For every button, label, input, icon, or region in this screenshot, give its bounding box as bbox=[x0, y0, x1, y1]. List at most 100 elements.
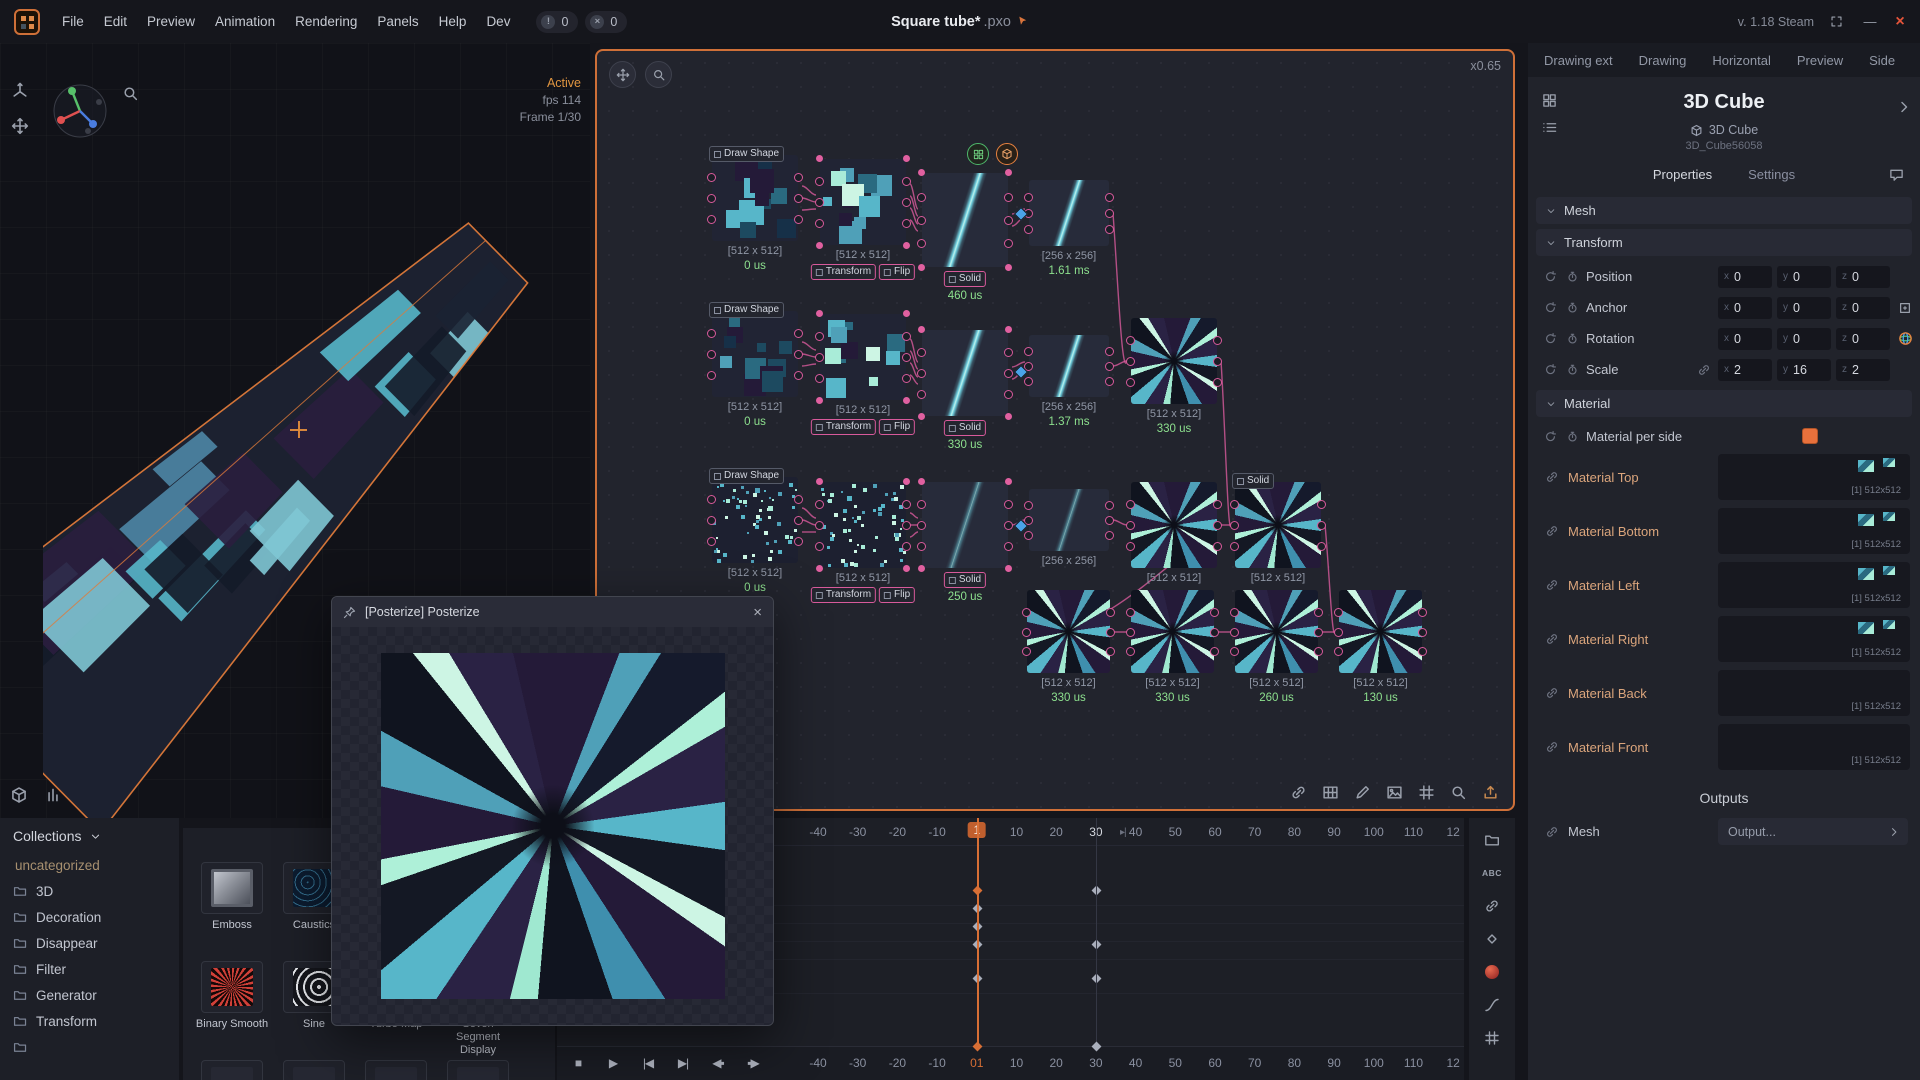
input-port[interactable] bbox=[707, 173, 716, 182]
collection-item-partial[interactable] bbox=[0, 1034, 179, 1059]
input-port[interactable] bbox=[1024, 193, 1033, 202]
section-material[interactable]: Material bbox=[1536, 390, 1912, 417]
input-port[interactable] bbox=[815, 198, 824, 207]
output-port[interactable] bbox=[1106, 647, 1115, 656]
output-port[interactable] bbox=[1105, 209, 1114, 218]
text-abc-icon[interactable]: ABC bbox=[1482, 864, 1502, 882]
collection-item-filter[interactable]: Filter bbox=[0, 956, 179, 982]
input-port[interactable] bbox=[917, 542, 926, 551]
tab-settings[interactable]: Settings bbox=[1748, 167, 1795, 182]
material-thumbnail[interactable]: [1] 512x512 bbox=[1718, 454, 1910, 500]
timeline-tick[interactable]: 40 bbox=[1129, 1056, 1142, 1070]
output-port[interactable] bbox=[1106, 628, 1115, 637]
preset-tile-blank-8[interactable] bbox=[191, 1060, 273, 1080]
output-port[interactable] bbox=[1004, 239, 1013, 248]
keyframe-icon[interactable] bbox=[1564, 430, 1580, 443]
material-thumbnail[interactable]: [1] 512x512 bbox=[1718, 562, 1910, 608]
output-port[interactable] bbox=[794, 215, 803, 224]
timeline-tick[interactable]: 110 bbox=[1404, 1056, 1423, 1070]
graph-node-1[interactable]: [512 x 512]TransformFlip bbox=[820, 159, 906, 245]
graph-node-9[interactable]: Draw Shape[512 x 512]0 us bbox=[712, 477, 798, 563]
output-port[interactable] bbox=[1418, 647, 1427, 656]
material-thumbnail[interactable]: [1] 512x512 bbox=[1718, 670, 1910, 716]
input-port[interactable] bbox=[1126, 500, 1135, 509]
preview-toggle[interactable] bbox=[967, 143, 989, 165]
input-port[interactable] bbox=[1334, 647, 1343, 656]
input-port[interactable] bbox=[1230, 628, 1239, 637]
input-port[interactable] bbox=[1022, 628, 1031, 637]
graph-node-3[interactable]: [256 x 256]1.61 ms bbox=[1029, 180, 1109, 246]
menu-panels[interactable]: Panels bbox=[367, 8, 428, 35]
selection-handle[interactable] bbox=[918, 264, 925, 271]
warning-badge[interactable]: !0 bbox=[536, 11, 578, 33]
position-y-field[interactable]: y0 bbox=[1777, 266, 1831, 288]
input-port[interactable] bbox=[815, 219, 824, 228]
material-thumbnail[interactable]: [1] 512x512 bbox=[1718, 616, 1910, 662]
move-tool-icon[interactable] bbox=[11, 117, 29, 135]
input-port[interactable] bbox=[1230, 521, 1239, 530]
selection-handle[interactable] bbox=[918, 169, 925, 176]
collection-item-decoration[interactable]: Decoration bbox=[0, 904, 179, 930]
graph-node-7[interactable]: [256 x 256]1.37 ms bbox=[1029, 335, 1109, 397]
mesh-mode-icon[interactable] bbox=[10, 786, 28, 804]
timeline-tick[interactable]: 10 bbox=[1010, 1056, 1023, 1070]
input-port[interactable] bbox=[707, 194, 716, 203]
rotation-z-field[interactable]: z0 bbox=[1836, 328, 1890, 350]
timeline-tick[interactable]: 60 bbox=[1208, 825, 1221, 839]
magnifier-icon[interactable] bbox=[1450, 784, 1467, 801]
comment-icon[interactable] bbox=[1889, 167, 1904, 182]
anchor-frame-icon[interactable] bbox=[1896, 301, 1914, 315]
graph-node-13[interactable]: [512 x 512] bbox=[1131, 482, 1217, 568]
orientation-gizmo[interactable] bbox=[48, 79, 112, 148]
timeline-tick[interactable]: -20 bbox=[889, 825, 906, 839]
dock-tab-drawing-ext[interactable]: Drawing ext bbox=[1544, 53, 1613, 68]
input-port[interactable] bbox=[707, 215, 716, 224]
playhead[interactable] bbox=[977, 818, 979, 1046]
output-port[interactable] bbox=[794, 173, 803, 182]
output-port[interactable] bbox=[902, 374, 911, 383]
output-port[interactable] bbox=[794, 329, 803, 338]
timeline-tick[interactable]: 90 bbox=[1327, 825, 1340, 839]
output-port[interactable] bbox=[1317, 542, 1326, 551]
collection-item-disappear[interactable]: Disappear bbox=[0, 930, 179, 956]
anchor-y-field[interactable]: y0 bbox=[1777, 297, 1831, 319]
timeline-tick[interactable]: 50 bbox=[1169, 825, 1182, 839]
graph-node-10[interactable]: [512 x 512]TransformFlip bbox=[820, 482, 906, 568]
input-port[interactable] bbox=[1230, 608, 1239, 617]
output-port[interactable] bbox=[794, 194, 803, 203]
layers-icon[interactable] bbox=[1542, 93, 1557, 108]
rotation-x-field[interactable]: x0 bbox=[1718, 328, 1772, 350]
graph-node-14[interactable]: Solid[512 x 512] bbox=[1235, 482, 1321, 568]
output-port[interactable] bbox=[1210, 608, 1219, 617]
menu-help[interactable]: Help bbox=[429, 8, 477, 35]
pen-icon[interactable] bbox=[1354, 784, 1371, 801]
output-port[interactable] bbox=[1213, 336, 1222, 345]
output-port[interactable] bbox=[1314, 628, 1323, 637]
graph-node-4[interactable]: Draw Shape[512 x 512]0 us bbox=[712, 311, 798, 397]
input-port[interactable] bbox=[707, 350, 716, 359]
preset-tile-blank-10[interactable] bbox=[355, 1060, 437, 1080]
menu-edit[interactable]: Edit bbox=[94, 8, 137, 35]
minimize-button[interactable]: — bbox=[1860, 14, 1880, 29]
output-port[interactable] bbox=[1213, 542, 1222, 551]
pin-icon[interactable] bbox=[343, 606, 356, 619]
output-port[interactable] bbox=[902, 500, 911, 509]
timeline-tick[interactable]: 80 bbox=[1288, 825, 1301, 839]
input-port[interactable] bbox=[815, 500, 824, 509]
viewport-zoom-icon[interactable] bbox=[122, 85, 139, 102]
input-port[interactable] bbox=[1126, 647, 1135, 656]
input-port[interactable] bbox=[917, 348, 926, 357]
input-port[interactable] bbox=[815, 353, 824, 362]
input-port[interactable] bbox=[1024, 225, 1033, 234]
menu-animation[interactable]: Animation bbox=[205, 8, 285, 35]
collection-item-3d[interactable]: 3D bbox=[0, 878, 179, 904]
output-port[interactable] bbox=[1210, 647, 1219, 656]
reset-icon[interactable] bbox=[1542, 332, 1558, 345]
collection-item-generator[interactable]: Generator bbox=[0, 982, 179, 1008]
timeline-tick[interactable]: 40 bbox=[1129, 825, 1142, 839]
graph-node-8[interactable]: [512 x 512]330 us bbox=[1131, 318, 1217, 404]
sphere-icon[interactable] bbox=[1485, 963, 1499, 981]
keyframe-icon[interactable] bbox=[1564, 363, 1580, 376]
timeline-tick[interactable]: 12 bbox=[1447, 825, 1460, 839]
reset-icon[interactable] bbox=[1542, 363, 1558, 376]
